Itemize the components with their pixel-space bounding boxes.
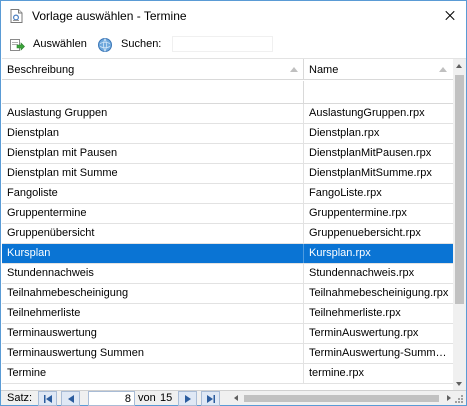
next-record-icon bbox=[185, 395, 191, 403]
horizontal-scrollbar[interactable] bbox=[230, 392, 454, 405]
table-row[interactable]: Termine termine.rpx bbox=[2, 364, 453, 384]
current-record-input[interactable] bbox=[88, 391, 135, 406]
previous-record-icon bbox=[68, 395, 74, 403]
first-record-button[interactable] bbox=[38, 391, 57, 406]
grid-rows: Auslastung Gruppen AuslastungGruppen.rpx D… bbox=[2, 104, 453, 384]
record-total: 15 bbox=[160, 392, 173, 404]
cell-name: Teilnehmerliste.rpx bbox=[309, 307, 401, 319]
filter-cell-name[interactable] bbox=[304, 81, 453, 104]
scroll-right-icon[interactable] bbox=[442, 392, 454, 405]
cell-name: FangoListe.rpx bbox=[309, 187, 382, 199]
scroll-up-icon[interactable] bbox=[453, 59, 466, 73]
cell-beschreibung: Termine bbox=[2, 364, 304, 383]
table-row[interactable]: Terminauswertung Summen TerminAuswertung-… bbox=[2, 344, 453, 364]
window-title: Vorlage auswählen - Termine bbox=[32, 9, 187, 23]
resize-grip-icon[interactable] bbox=[454, 394, 464, 404]
cell-name: Stundennachweis.rpx bbox=[309, 267, 415, 279]
document-template-icon bbox=[10, 9, 23, 23]
record-navigator: Satz: von 15 bbox=[1, 390, 466, 406]
grid-header: Beschreibung Name bbox=[2, 59, 453, 80]
filter-cell-beschreibung[interactable] bbox=[2, 81, 304, 104]
table-row[interactable]: Dienstplan mit Pausen DienstplanMitPausen… bbox=[2, 144, 453, 164]
select-button[interactable]: Auswählen bbox=[33, 38, 87, 50]
cell-beschreibung: Gruppenübersicht bbox=[2, 224, 304, 243]
vertical-scrollbar[interactable] bbox=[453, 59, 466, 390]
table-row[interactable]: Stundennachweis Stundennachweis.rpx bbox=[2, 264, 453, 284]
dialog-window: Vorlage auswählen - Termine Auswählen Su… bbox=[0, 0, 467, 406]
template-grid: Beschreibung Name Auslastung Gruppen Ausl… bbox=[2, 58, 466, 390]
toolbar: Auswählen Suchen: bbox=[1, 32, 466, 57]
cell-name: TerminAuswertung-Summen.rpx bbox=[309, 347, 453, 359]
column-header-label: Beschreibung bbox=[7, 64, 75, 76]
close-icon[interactable] bbox=[440, 6, 460, 26]
cell-beschreibung: Gruppentermine bbox=[2, 204, 304, 223]
scrollbar-thumb[interactable] bbox=[455, 75, 464, 304]
table-row[interactable]: Dienstplan mit Summe DienstplanMitSumme.r… bbox=[2, 164, 453, 184]
cell-name: DienstplanMitSumme.rpx bbox=[309, 167, 432, 179]
cell-beschreibung: Fangoliste bbox=[2, 184, 304, 203]
search-input[interactable] bbox=[172, 36, 273, 52]
cell-name: Teilnahmebescheinigung.rpx bbox=[309, 287, 449, 299]
cell-name: Dienstplan.rpx bbox=[309, 127, 380, 139]
scroll-left-icon[interactable] bbox=[230, 392, 242, 405]
search-globe-icon bbox=[98, 38, 112, 52]
select-arrow-icon[interactable] bbox=[9, 37, 25, 53]
cell-beschreibung: Dienstplan mit Pausen bbox=[2, 144, 304, 163]
cell-name: DienstplanMitPausen.rpx bbox=[309, 147, 432, 159]
table-row[interactable]: Auslastung Gruppen AuslastungGruppen.rpx bbox=[2, 104, 453, 124]
cell-beschreibung: Kursplan bbox=[2, 244, 304, 263]
filter-row bbox=[2, 81, 453, 104]
scroll-down-icon[interactable] bbox=[453, 377, 466, 390]
previous-record-button[interactable] bbox=[61, 391, 80, 406]
cell-name: TerminAuswertung.rpx bbox=[309, 327, 419, 339]
table-row[interactable]: Kursplan Kursplan.rpx bbox=[2, 244, 453, 264]
last-record-icon bbox=[207, 395, 215, 403]
table-row[interactable]: Terminauswertung TerminAuswertung.rpx bbox=[2, 324, 453, 344]
cell-name: Gruppentermine.rpx bbox=[309, 207, 407, 219]
next-record-button[interactable] bbox=[178, 391, 197, 406]
cell-name: Kursplan.rpx bbox=[309, 247, 371, 259]
cell-beschreibung: Teilnehmerliste bbox=[2, 304, 304, 323]
cell-name: termine.rpx bbox=[309, 367, 365, 379]
last-record-button[interactable] bbox=[201, 391, 220, 406]
cell-name: AuslastungGruppen.rpx bbox=[309, 107, 425, 119]
table-row[interactable]: Gruppentermine Gruppentermine.rpx bbox=[2, 204, 453, 224]
table-row[interactable]: Dienstplan Dienstplan.rpx bbox=[2, 124, 453, 144]
cell-beschreibung: Stundennachweis bbox=[2, 264, 304, 283]
sort-indicator-icon bbox=[290, 67, 298, 72]
table-row[interactable]: Gruppenübersicht Gruppenuebersicht.rpx bbox=[2, 224, 453, 244]
title-bar: Vorlage auswählen - Termine bbox=[1, 1, 466, 31]
cell-beschreibung: Dienstplan mit Summe bbox=[2, 164, 304, 183]
record-label: Satz: bbox=[7, 392, 33, 404]
cell-beschreibung: Dienstplan bbox=[2, 124, 304, 143]
column-header-label: Name bbox=[309, 64, 339, 76]
cell-beschreibung: Terminauswertung bbox=[2, 324, 304, 343]
cell-name: Gruppenuebersicht.rpx bbox=[309, 227, 421, 239]
column-header-beschreibung[interactable]: Beschreibung bbox=[2, 59, 304, 80]
cell-beschreibung: Teilnahmebescheinigung bbox=[2, 284, 304, 303]
table-row[interactable]: Fangoliste FangoListe.rpx bbox=[2, 184, 453, 204]
search-label: Suchen: bbox=[121, 38, 162, 50]
sort-indicator-icon bbox=[439, 67, 447, 72]
scrollbar-thumb[interactable] bbox=[244, 395, 439, 402]
record-of-label: von bbox=[138, 392, 156, 404]
table-row[interactable]: Teilnahmebescheinigung Teilnahmebescheini… bbox=[2, 284, 453, 304]
table-row[interactable]: Teilnehmerliste Teilnehmerliste.rpx bbox=[2, 304, 453, 324]
first-record-icon bbox=[44, 395, 52, 403]
column-header-name[interactable]: Name bbox=[304, 59, 453, 80]
cell-beschreibung: Terminauswertung Summen bbox=[2, 344, 304, 363]
cell-beschreibung: Auslastung Gruppen bbox=[2, 104, 304, 123]
